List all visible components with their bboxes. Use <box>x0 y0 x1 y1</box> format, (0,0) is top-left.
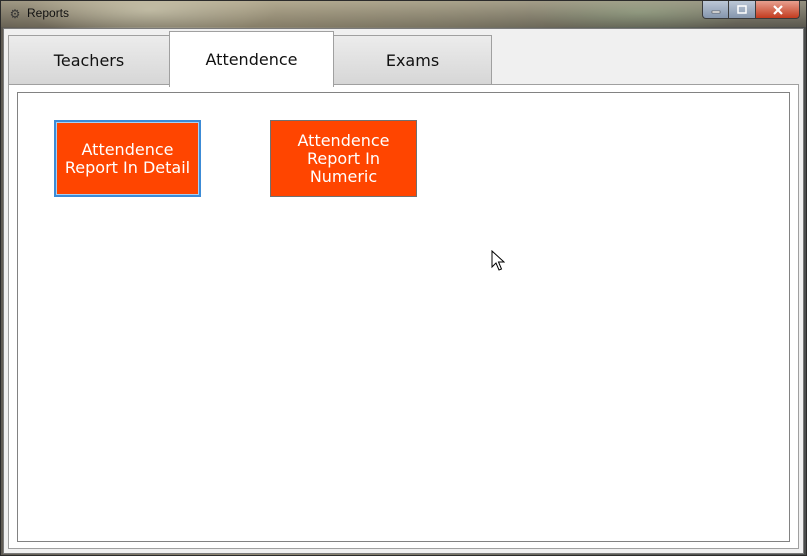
button-label: Attendence Report In Detail <box>64 139 191 177</box>
tab-teachers[interactable]: Teachers <box>8 35 170 85</box>
window-title: Reports <box>27 6 70 20</box>
maximize-button[interactable] <box>729 1 756 19</box>
attendence-report-detail-button[interactable]: Attendence Report In Detail <box>54 120 201 197</box>
maximize-icon <box>737 5 747 14</box>
close-button[interactable] <box>756 1 800 19</box>
app-report-icon: ⚙ <box>9 7 21 21</box>
panel-content: Attendence Report In Detail Attendence R… <box>17 92 790 542</box>
tab-exams[interactable]: Exams <box>333 35 492 85</box>
tab-attendence[interactable]: Attendence <box>169 31 334 87</box>
minimize-icon <box>711 10 720 13</box>
tab-panel-attendence: Attendence Report In Detail Attendence R… <box>8 84 799 549</box>
tab-label: Attendence <box>205 50 298 69</box>
button-label: Attendence Report In Numeric <box>297 130 390 186</box>
tab-label: Teachers <box>53 51 125 70</box>
mouse-cursor-icon <box>491 250 505 271</box>
attendence-report-numeric-button[interactable]: Attendence Report In Numeric <box>270 120 417 197</box>
minimize-button[interactable] <box>702 1 729 19</box>
title-bar[interactable]: ⚙ Reports <box>1 1 806 27</box>
window-client-area: Teachers Attendence Exams Attendence Rep… <box>3 28 804 554</box>
reports-window: ⚙ Reports Teachers Attendence Exams Atte… <box>0 0 807 556</box>
caption-buttons <box>702 1 800 19</box>
close-icon <box>772 4 783 15</box>
tab-label: Exams <box>385 51 440 70</box>
